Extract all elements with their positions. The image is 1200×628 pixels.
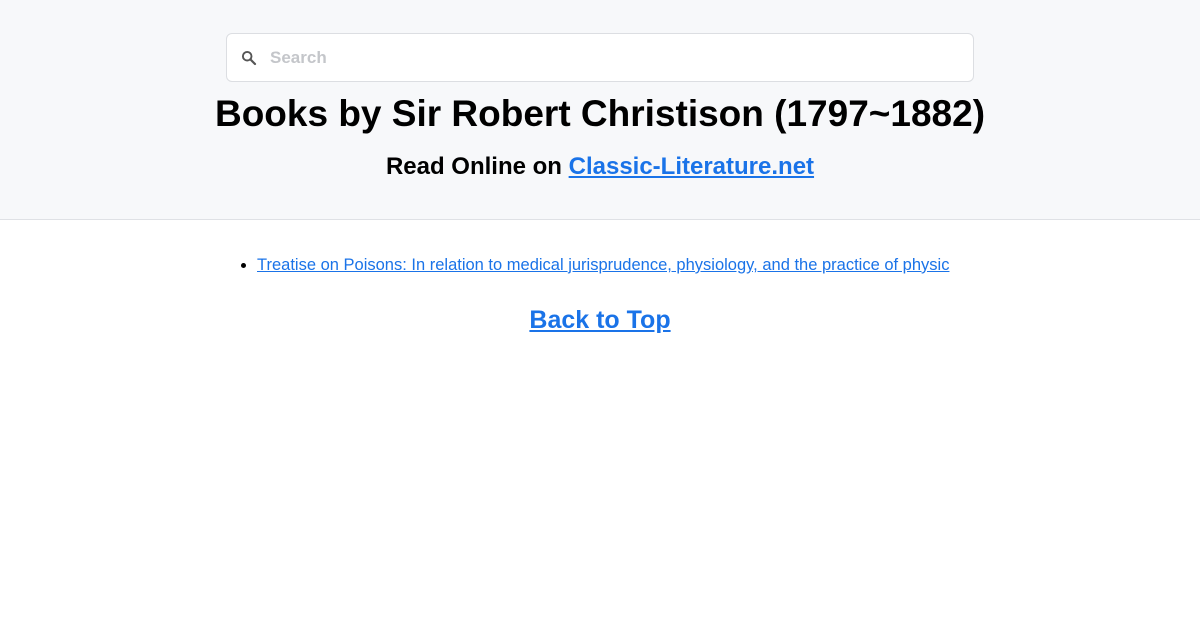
main-content: Treatise on Poisons: In relation to medi… bbox=[0, 220, 1200, 627]
search-input[interactable] bbox=[270, 37, 973, 78]
book-list: Treatise on Poisons: In relation to medi… bbox=[239, 254, 949, 276]
search-icon bbox=[240, 49, 258, 67]
search-bar[interactable] bbox=[226, 33, 974, 82]
page-title: Books by Sir Robert Christison (1797~188… bbox=[214, 93, 986, 134]
book-link[interactable]: Treatise on Poisons: In relation to medi… bbox=[257, 256, 949, 274]
list-item: Treatise on Poisons: In relation to medi… bbox=[257, 254, 949, 276]
back-to-top: Back to Top bbox=[0, 304, 1200, 336]
subtitle-prefix: Read Online on bbox=[385, 153, 569, 180]
back-to-top-link[interactable]: Back to Top bbox=[529, 306, 670, 334]
classic-literature-link[interactable]: Classic-Literature.net bbox=[569, 153, 814, 180]
page-subtitle: Read Online on Classic-Literature.net bbox=[0, 151, 1200, 183]
page-header: Books by Sir Robert Christison (1797~188… bbox=[0, 0, 1200, 220]
